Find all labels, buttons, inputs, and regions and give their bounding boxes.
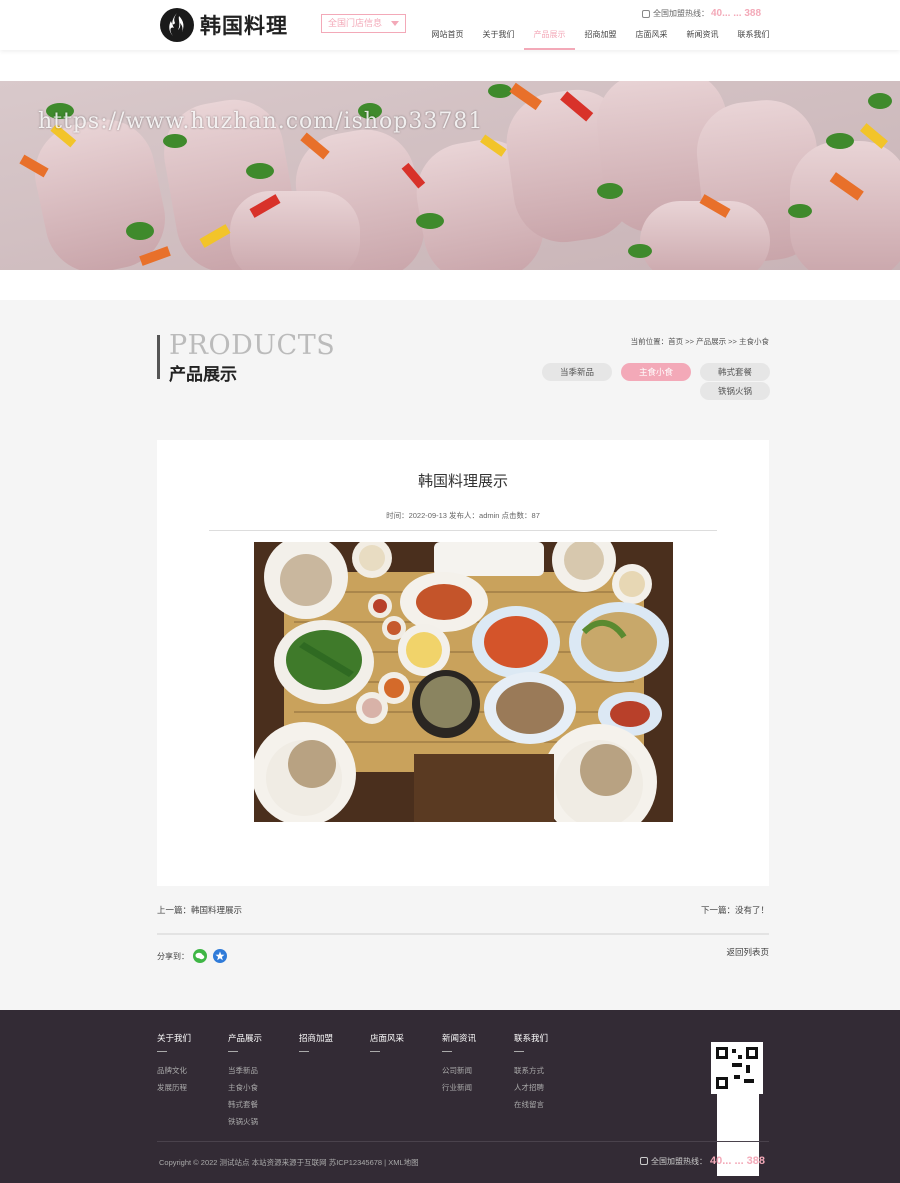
footer-link[interactable]: 品牌文化: [157, 1062, 227, 1079]
category-tab-set-meal[interactable]: 韩式套餐: [700, 363, 770, 381]
footer-col-about: 关于我们 品牌文化 发展历程: [157, 1032, 227, 1096]
footer-col-franchise: 招商加盟: [299, 1032, 369, 1062]
nav-about[interactable]: 关于我们: [473, 24, 524, 50]
phone-icon: [640, 1157, 648, 1165]
footer-link[interactable]: 铁锅火锅: [228, 1113, 298, 1130]
footer-col-contact: 联系我们 联系方式 人才招聘 在线留言: [514, 1032, 584, 1113]
title-divider: [157, 335, 160, 379]
breadcrumb[interactable]: 当前位置：首页 >> 产品展示 >> 主食小食: [631, 336, 769, 347]
main-nav: 网站首页 关于我们 产品展示 招商加盟 店面风采 新闻资讯 联系我们: [422, 24, 779, 50]
article-divider: [209, 530, 717, 531]
section-title-en: PRODUCTS: [169, 330, 336, 361]
footer-col-title[interactable]: 店面风采: [370, 1032, 440, 1044]
footer-divider: [157, 1141, 769, 1142]
next-article-link[interactable]: 下一篇：没有了！: [701, 904, 769, 916]
logo-text: 韩国料理: [200, 14, 288, 38]
article-meta: 时间：2022-09-13 发布人：admin 点击数：87: [386, 511, 540, 520]
section-title-cn: 产品展示: [169, 365, 237, 384]
prev-article-link[interactable]: 上一篇：韩国料理展示: [157, 904, 242, 916]
footer-link[interactable]: 韩式套餐: [228, 1096, 298, 1113]
korean-food-photo: [254, 542, 673, 822]
phone-icon: [642, 9, 650, 18]
share-label: 分享到：: [157, 951, 189, 961]
footer-col-dash: [157, 1051, 167, 1052]
hero-banner: https://www.huzhan.com/ishop33781: [0, 81, 900, 270]
footer-col-title[interactable]: 联系我们: [514, 1032, 584, 1044]
site-header: 韩国料理 全国门店信息 全国加盟热线： 40... ... 388 网站首页 关…: [0, 0, 900, 50]
nav-stores[interactable]: 店面风采: [626, 24, 677, 50]
footer-link[interactable]: 行业新闻: [442, 1079, 512, 1096]
footer-col-title[interactable]: 产品展示: [228, 1032, 298, 1044]
footer-link[interactable]: 当季新品: [228, 1062, 298, 1079]
category-tab-hotpot[interactable]: 铁锅火锅: [700, 382, 770, 400]
qzone-star-icon[interactable]: [213, 949, 227, 963]
nav-news[interactable]: 新闻资讯: [677, 24, 728, 50]
footer-col-title[interactable]: 关于我们: [157, 1032, 227, 1044]
header-hotline: 全国加盟热线： 40... ... 388: [642, 8, 761, 19]
hotline-label: 全国加盟热线：: [653, 9, 709, 18]
footer-link[interactable]: 主食小食: [228, 1079, 298, 1096]
nav-franchise[interactable]: 招商加盟: [575, 24, 626, 50]
hotline-number: 40... ... 388: [711, 8, 762, 19]
hotline-number: 40... ... 388: [710, 1155, 766, 1167]
watermark-text: https://www.huzhan.com/ishop33781: [38, 109, 484, 134]
nav-products[interactable]: 产品展示: [524, 24, 575, 50]
footer-col-title[interactable]: 招商加盟: [299, 1032, 369, 1044]
footer-col-dash: [370, 1051, 380, 1052]
category-tab-new[interactable]: 当季新品: [542, 363, 612, 381]
article-title: 韩国料理展示: [417, 473, 508, 490]
footer-hotline: 全国加盟热线： 40... ... 388: [640, 1155, 765, 1167]
category-tab-staple[interactable]: 主食小食: [621, 363, 691, 381]
footer-link[interactable]: 人才招聘: [514, 1079, 584, 1096]
nav-home[interactable]: 网站首页: [422, 24, 473, 50]
store-select-dropdown[interactable]: 全国门店信息: [321, 14, 406, 33]
store-select-label: 全国门店信息: [328, 18, 383, 28]
divider: [157, 933, 769, 935]
footer-link[interactable]: 联系方式: [514, 1062, 584, 1079]
chevron-down-icon: [391, 21, 399, 26]
main-content: PRODUCTS 产品展示 当前位置：首页 >> 产品展示 >> 主食小食 当季…: [0, 300, 900, 1010]
hotline-label: 全国加盟热线：: [651, 1156, 707, 1166]
article-card: 韩国料理展示 时间：2022-09-13 发布人：admin 点击数：87: [157, 440, 769, 886]
copyright-text: Copyright © 2022 测试站点 本站资源来源于互联网 苏ICP123…: [159, 1158, 419, 1167]
logo[interactable]: 韩国料理: [160, 6, 300, 44]
nav-contact[interactable]: 联系我们: [728, 24, 779, 50]
back-to-list-link[interactable]: 返回列表页: [726, 946, 769, 958]
footer-link[interactable]: 公司新闻: [442, 1062, 512, 1079]
wechat-icon[interactable]: [193, 949, 207, 963]
footer-col-dash: [514, 1051, 524, 1052]
qr-code: [711, 1042, 763, 1094]
footer-col-products: 产品展示 当季新品 主食小食 韩式套餐 铁锅火锅: [228, 1032, 298, 1130]
footer-link[interactable]: 在线留言: [514, 1096, 584, 1113]
footer-col-title[interactable]: 新闻资讯: [442, 1032, 512, 1044]
footer-link[interactable]: 发展历程: [157, 1079, 227, 1096]
flame-logo-icon: [160, 8, 194, 42]
footer-col-dash: [442, 1051, 452, 1052]
footer-col-dash: [299, 1051, 309, 1052]
footer-col-stores: 店面风采: [370, 1032, 440, 1062]
footer-col-news: 新闻资讯 公司新闻 行业新闻: [442, 1032, 512, 1096]
share-bar: 分享到：: [157, 949, 227, 963]
footer-col-dash: [228, 1051, 238, 1052]
site-footer: 关于我们 品牌文化 发展历程 产品展示 当季新品 主食小食 韩式套餐 铁锅火锅 …: [0, 1010, 900, 1183]
